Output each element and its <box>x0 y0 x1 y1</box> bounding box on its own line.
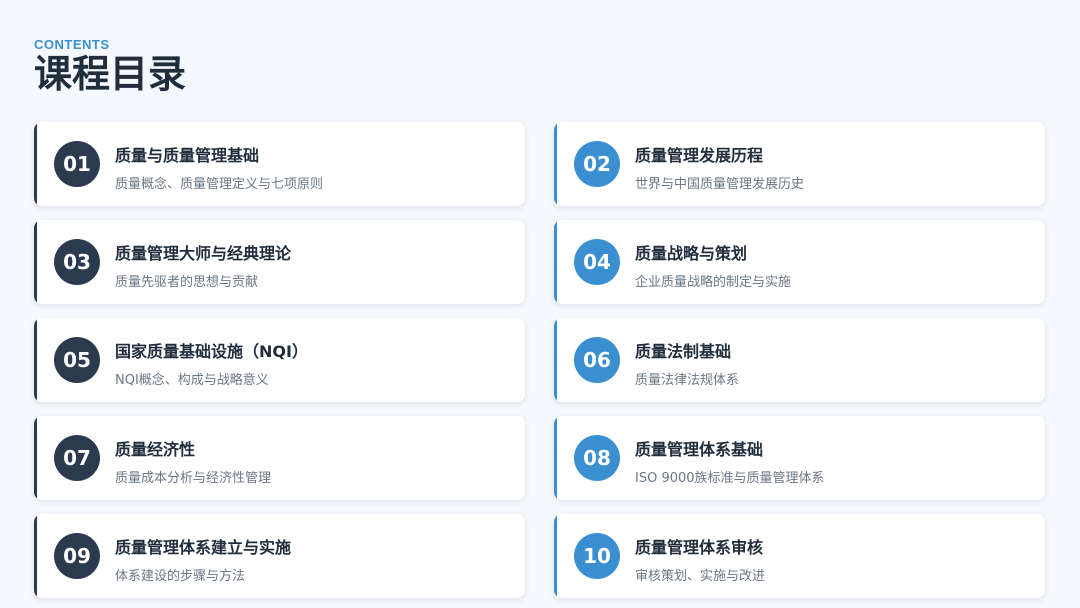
contents-item-05[interactable]: 05 国家质量基础设施（NQI） NQI概念、构成与战略意义 <box>34 318 525 402</box>
item-number-badge: 04 <box>574 239 620 285</box>
item-subtitle: 质量概念、质量管理定义与七项原则 <box>115 177 324 192</box>
item-title: 质量管理体系建立与实施 <box>115 538 292 557</box>
contents-item-01[interactable]: 01 质量与质量管理基础 质量概念、质量管理定义与七项原则 <box>34 122 525 206</box>
item-title: 质量经济性 <box>115 440 196 459</box>
contents-item-04[interactable]: 04 质量战略与策划 企业质量战略的制定与实施 <box>554 220 1045 304</box>
item-title: 质量战略与策划 <box>635 244 748 263</box>
item-number-badge: 08 <box>574 435 620 481</box>
page-title: 课程目录 <box>34 52 187 96</box>
contents-item-10[interactable]: 10 质量管理体系审核 审核策划、实施与改进 <box>554 514 1045 598</box>
item-number-badge: 05 <box>54 337 100 383</box>
accent-bar <box>34 416 37 500</box>
contents-item-07[interactable]: 07 质量经济性 质量成本分析与经济性管理 <box>34 416 525 500</box>
accent-bar <box>34 122 37 206</box>
item-title: 质量法制基础 <box>635 342 732 361</box>
item-number-badge: 02 <box>574 141 620 187</box>
accent-bar <box>554 416 557 500</box>
item-subtitle: 质量法律法规体系 <box>635 373 740 388</box>
contents-item-02[interactable]: 02 质量管理发展历程 世界与中国质量管理发展历史 <box>554 122 1045 206</box>
item-title: 质量管理体系审核 <box>635 538 764 557</box>
contents-grid: 01 质量与质量管理基础 质量概念、质量管理定义与七项原则 02 质量管理发展历… <box>34 122 1045 598</box>
accent-bar <box>34 514 37 598</box>
item-number-badge: 03 <box>54 239 100 285</box>
accent-bar <box>554 318 557 402</box>
item-number-badge: 06 <box>574 337 620 383</box>
accent-bar <box>554 514 557 598</box>
item-number-badge: 10 <box>574 533 620 579</box>
header: CONTENTS 课程目录 <box>34 37 187 97</box>
item-title: 国家质量基础设施（NQI） <box>115 342 308 361</box>
item-subtitle: 体系建设的步骤与方法 <box>115 569 246 584</box>
item-subtitle: 世界与中国质量管理发展历史 <box>635 177 805 192</box>
accent-bar <box>554 220 557 304</box>
contents-item-09[interactable]: 09 质量管理体系建立与实施 体系建设的步骤与方法 <box>34 514 525 598</box>
contents-item-06[interactable]: 06 质量法制基础 质量法律法规体系 <box>554 318 1045 402</box>
item-number-badge: 01 <box>54 141 100 187</box>
contents-item-08[interactable]: 08 质量管理体系基础 ISO 9000族标准与质量管理体系 <box>554 416 1045 500</box>
item-subtitle: 企业质量战略的制定与实施 <box>635 275 792 290</box>
item-number-badge: 09 <box>54 533 100 579</box>
accent-bar <box>34 318 37 402</box>
item-subtitle: ISO 9000族标准与质量管理体系 <box>635 471 825 486</box>
contents-eyebrow: CONTENTS <box>34 37 110 52</box>
accent-bar <box>554 122 557 206</box>
item-title: 质量管理大师与经典理论 <box>115 244 292 263</box>
accent-bar <box>34 220 37 304</box>
item-title: 质量管理发展历程 <box>635 146 764 165</box>
item-subtitle: 审核策划、实施与改进 <box>635 569 766 584</box>
item-number-badge: 07 <box>54 435 100 481</box>
item-subtitle: 质量成本分析与经济性管理 <box>115 471 272 486</box>
contents-item-03[interactable]: 03 质量管理大师与经典理论 质量先驱者的思想与贡献 <box>34 220 525 304</box>
item-title: 质量管理体系基础 <box>635 440 764 459</box>
item-subtitle: NQI概念、构成与战略意义 <box>115 373 269 388</box>
item-title: 质量与质量管理基础 <box>115 146 260 165</box>
item-subtitle: 质量先驱者的思想与贡献 <box>115 275 259 290</box>
